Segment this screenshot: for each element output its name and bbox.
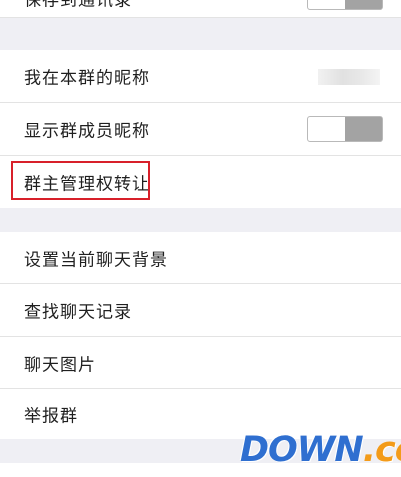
toggle-track [345, 0, 382, 9]
save-to-contacts-row[interactable]: 保存到通讯录 [0, 0, 401, 18]
toggle-track [345, 117, 382, 141]
set-chat-background-row[interactable]: 设置当前聊天背景 [0, 232, 401, 284]
search-chat-history-label: 查找聊天记录 [24, 302, 132, 323]
show-member-nicknames-label: 显示群成员昵称 [24, 121, 150, 142]
watermark-dot: . [362, 430, 376, 470]
watermark-main: DOWN [240, 430, 364, 470]
save-to-contacts-label: 保存到通讯录 [24, 0, 132, 10]
watermark-tld: cc [375, 430, 401, 470]
toggle-knob [308, 0, 347, 9]
chat-images-row[interactable]: 聊天图片 [0, 337, 401, 389]
save-to-contacts-toggle[interactable] [307, 0, 383, 10]
report-group-label: 举报群 [24, 406, 78, 427]
highlight-box [11, 161, 150, 200]
blurred-nickname-value [318, 69, 380, 85]
show-member-nicknames-row[interactable]: 显示群成员昵称 [0, 103, 401, 156]
toggle-knob [308, 117, 347, 141]
section-gap [0, 208, 401, 232]
set-chat-background-label: 设置当前聊天背景 [24, 250, 168, 270]
my-group-nickname-label: 我在本群的昵称 [24, 68, 150, 89]
section-gap [0, 18, 401, 50]
chat-images-label: 聊天图片 [24, 355, 96, 375]
watermark-logo: DOWN.cc [240, 430, 401, 470]
show-member-nicknames-toggle[interactable] [307, 116, 383, 142]
search-chat-history-row[interactable]: 查找聊天记录 [0, 284, 401, 337]
